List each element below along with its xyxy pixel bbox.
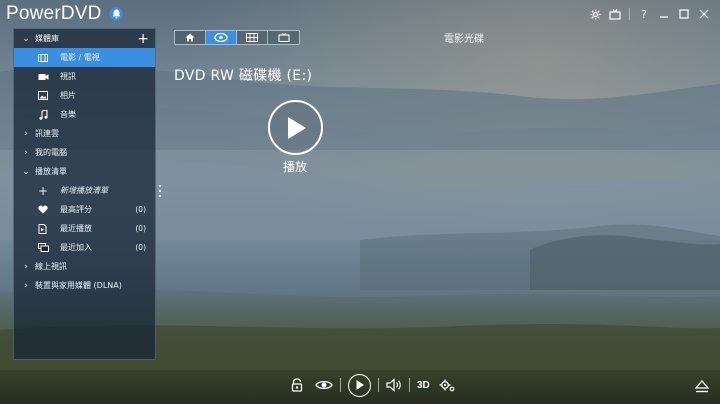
- drive-title: DVD RW 磁碟機 (E:): [174, 68, 313, 84]
- eye-icon[interactable]: [315, 379, 333, 391]
- video-camera-icon: [36, 73, 50, 81]
- chevron-down-icon: ⌄: [22, 166, 30, 177]
- divider: [378, 378, 379, 392]
- chevron-down-icon: ⌄: [22, 33, 30, 44]
- play-icon: [356, 380, 364, 390]
- app-title: PowerDVD: [6, 3, 102, 24]
- play-disc-button[interactable]: [268, 100, 323, 155]
- sidebar-item-top-rated[interactable]: 最高評分 (0): [14, 200, 155, 219]
- tab-disc[interactable]: [206, 31, 237, 44]
- tab-grid-view[interactable]: [237, 31, 268, 44]
- item-count: (0): [135, 224, 146, 233]
- sidebar-item-dlna-devices[interactable]: › 裝置與家用媒體 (DLNA): [14, 276, 155, 295]
- sidebar-item-label: 播放清單: [35, 167, 67, 176]
- settings-icon[interactable]: [585, 6, 605, 22]
- sidebar-item-label: 媒體庫: [35, 34, 59, 43]
- sidebar-item-playlists[interactable]: ⌄ 播放清單: [14, 162, 155, 181]
- disc-icon: [214, 33, 228, 42]
- recent-play-icon: [36, 223, 50, 234]
- home-icon: [185, 33, 195, 42]
- sidebar-item-label: 我的電腦: [35, 148, 67, 157]
- sidebar-item-my-computer[interactable]: › 我的電腦: [14, 143, 155, 162]
- divider: [409, 378, 410, 392]
- sidebar: ⌄ 媒體庫 + 電影 / 電視 視訊 相片 音樂 › 訊連雲 › 我的電腦 ⌄ …: [13, 28, 156, 360]
- sidebar-item-label: 相片: [60, 91, 76, 100]
- grid-view-icon: [246, 33, 258, 42]
- sidebar-item-label: 最近播放: [60, 224, 92, 233]
- tv-icon: [277, 33, 290, 42]
- close-icon[interactable]: [694, 6, 714, 22]
- recently-added-icon: [36, 243, 50, 252]
- sidebar-item-media-library[interactable]: ⌄ 媒體庫 +: [14, 29, 155, 48]
- add-media-plus-icon[interactable]: +: [137, 32, 149, 46]
- eject-icon[interactable]: [694, 378, 710, 397]
- sidebar-item-label: 視訊: [60, 72, 76, 81]
- notification-bell-icon[interactable]: [109, 7, 123, 21]
- heart-icon: [36, 205, 50, 214]
- play-icon: [287, 116, 306, 139]
- chevron-right-icon: ›: [24, 261, 28, 272]
- play-label: 播放: [283, 160, 308, 174]
- film-icon: [36, 53, 50, 62]
- sidebar-item-music[interactable]: 音樂: [14, 105, 155, 124]
- sidebar-item-new-playlist[interactable]: + 新增播放清單: [14, 181, 155, 200]
- item-count: (0): [135, 205, 146, 214]
- maximize-icon[interactable]: [674, 6, 694, 22]
- tab-tv[interactable]: [268, 31, 299, 44]
- sidebar-item-label: 線上視訊: [35, 262, 67, 271]
- sidebar-item-video[interactable]: 視訊: [14, 67, 155, 86]
- sidebar-item-photos[interactable]: 相片: [14, 86, 155, 105]
- settings-gear-icon[interactable]: [439, 378, 455, 392]
- sidebar-item-label: 訊連雲: [35, 129, 59, 138]
- sidebar-item-movies-tv[interactable]: 電影 / 電視: [14, 48, 155, 67]
- 3d-button[interactable]: 3D: [417, 380, 430, 391]
- sidebar-item-recently-played[interactable]: 最近播放 (0): [14, 219, 155, 238]
- title-bar: PowerDVD ?: [0, 0, 720, 28]
- chevron-right-icon: ›: [24, 280, 28, 291]
- help-icon[interactable]: ?: [634, 6, 654, 22]
- minimize-icon[interactable]: [654, 6, 674, 22]
- tv-mode-icon[interactable]: [605, 6, 625, 22]
- lock-icon[interactable]: [290, 378, 304, 392]
- chevron-right-icon: ›: [24, 128, 28, 139]
- volume-icon[interactable]: [386, 378, 402, 392]
- sidebar-resize-handle[interactable]: [159, 185, 162, 200]
- sidebar-item-cyberlink-cloud[interactable]: › 訊連雲: [14, 124, 155, 143]
- plus-icon: +: [37, 183, 49, 198]
- sidebar-item-label: 電影 / 電視: [60, 53, 100, 62]
- section-title: 電影光碟: [444, 34, 484, 45]
- window-controls: ?: [585, 6, 714, 22]
- sidebar-item-online-video[interactable]: › 線上視訊: [14, 257, 155, 276]
- sidebar-item-label: 最高評分: [60, 205, 92, 214]
- sidebar-item-recently-added[interactable]: 最近加入 (0): [14, 238, 155, 257]
- play-button[interactable]: [348, 373, 371, 397]
- view-tabs: [174, 30, 300, 45]
- photo-icon: [36, 91, 50, 100]
- tab-home[interactable]: [175, 31, 206, 44]
- sidebar-item-label: 最近加入: [60, 243, 92, 252]
- music-note-icon: [36, 109, 50, 120]
- chevron-right-icon: ›: [24, 147, 28, 158]
- sidebar-item-label: 裝置與家用媒體 (DLNA): [35, 281, 122, 290]
- player-controls: 3D: [290, 373, 455, 397]
- divider: [340, 378, 341, 392]
- sidebar-item-label: 音樂: [60, 110, 76, 119]
- divider: [629, 8, 630, 20]
- item-count: (0): [135, 243, 146, 252]
- sidebar-item-label: 新增播放清單: [60, 186, 108, 195]
